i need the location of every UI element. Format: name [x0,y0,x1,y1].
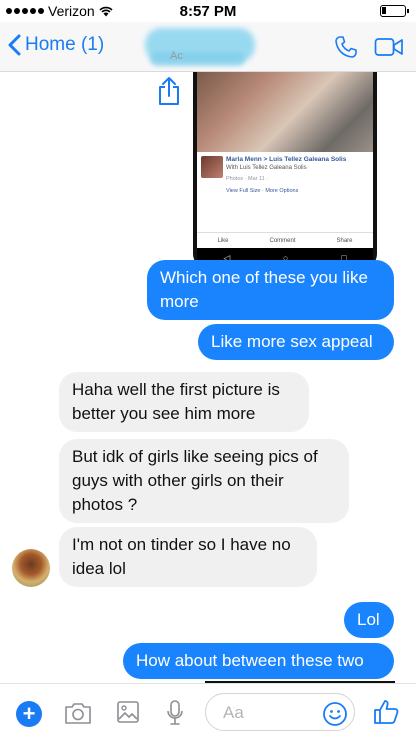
status-time: 8:57 PM [179,3,237,20]
redacted-contact-status [150,52,245,66]
back-button[interactable]: Home (1) [8,34,104,56]
composer-bar: + Aa [0,683,416,741]
post-thumbnail [201,156,223,178]
thumbs-up-icon[interactable] [372,698,400,726]
message-bubble-outgoing[interactable]: Like more sex appeal [198,324,394,360]
post-author-line: Marla Menn > Luis Tellez Galeana Solis [226,156,347,163]
post-options-line: View Full Size · More Options [226,188,299,194]
video-call-icon[interactable] [374,37,404,57]
status-bar: Verizon 8:57 PM [0,0,416,22]
camera-icon[interactable] [64,701,92,725]
message-bubble-outgoing[interactable]: Which one of these you like more [147,260,394,320]
microphone-icon[interactable] [166,699,184,727]
shared-image[interactable]: Marla Menn > Luis Tellez Galeana Solis W… [193,72,377,268]
phone-icon[interactable] [334,35,358,59]
chevron-left-icon [8,34,21,56]
message-input-placeholder: Aa [223,703,244,722]
nav-subtitle: Ac [170,50,183,62]
post-like-label: Like [217,237,229,244]
message-bubble-incoming[interactable]: But idk of girls like seeing pics of guy… [59,439,349,523]
plus-icon: + [22,701,36,726]
add-button[interactable]: + [16,701,42,727]
post-with-line: With Luis Tellez Galeana Solis [226,165,307,171]
back-label: Home (1) [25,34,105,55]
message-bubble-incoming[interactable]: I'm not on tinder so I have no idea lol [59,527,317,587]
contact-avatar[interactable] [12,549,50,587]
message-bubble-outgoing[interactable]: How about between these two [123,643,394,679]
battery-icon [380,5,409,17]
post-share-label: Share [336,237,353,244]
message-bubble-outgoing[interactable]: Lol [344,602,394,638]
post-meta-line: Photos · Mar 11 · [226,176,269,182]
message-bubble-incoming[interactable]: Haha well the first picture is better yo… [59,372,309,432]
share-icon[interactable] [155,76,183,106]
nav-bar: Home (1) Ac [0,22,416,72]
emoji-icon[interactable] [322,701,348,727]
facebook-post-preview: Marla Menn > Luis Tellez Galeana Solis W… [197,152,373,248]
photo-preview [197,72,373,152]
post-actions: Like Comment Share [197,232,373,248]
photo-gallery-icon[interactable] [116,700,140,724]
post-comment-label: Comment [269,237,296,244]
